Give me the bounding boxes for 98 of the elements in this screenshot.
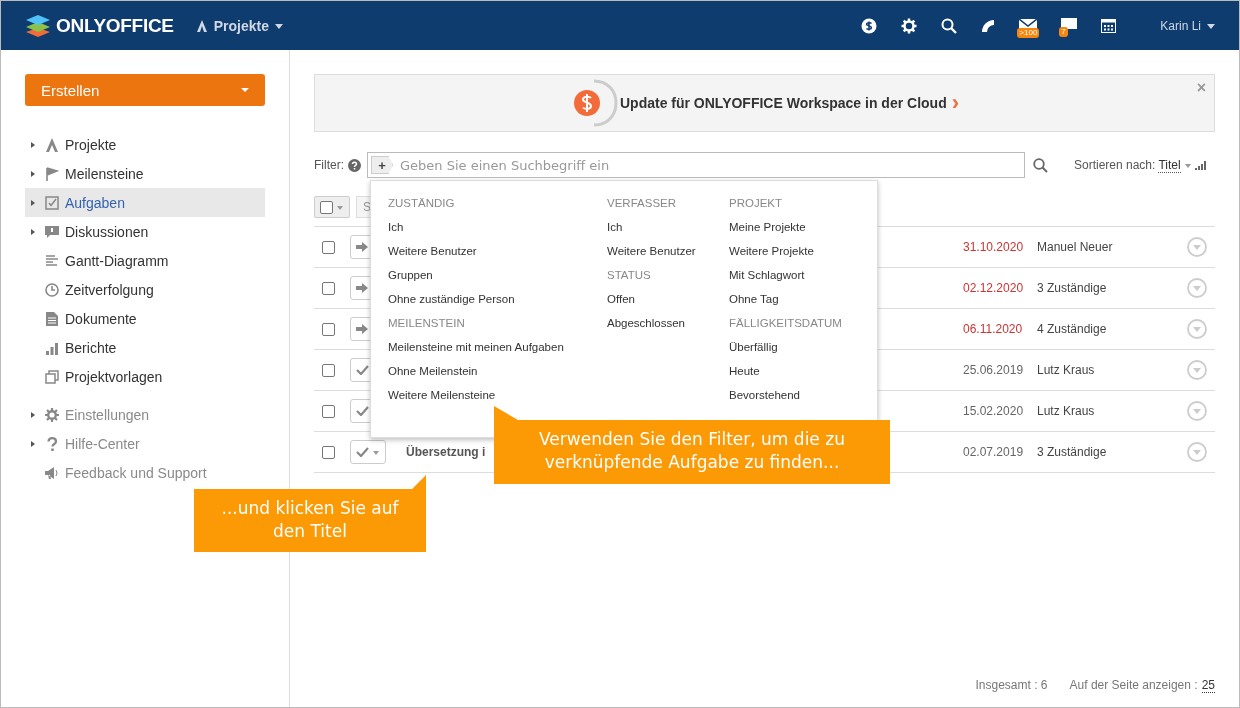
sidebar-item[interactable]: Projekte xyxy=(25,130,265,159)
total-count: Insgesamt : 6 xyxy=(975,678,1048,692)
document-icon xyxy=(45,311,59,326)
clock-icon xyxy=(45,282,59,297)
module-menu[interactable]: Projekte xyxy=(195,17,283,34)
promo-banner[interactable]: Update für ONLYOFFICE Workspace in der Cloud › × xyxy=(314,74,1215,132)
sort-label: Sortieren nach: xyxy=(1074,158,1156,172)
filter-option[interactable]: Bevorstehend xyxy=(729,383,842,407)
checkbox-icon xyxy=(45,195,59,210)
filter-option[interactable]: Meine Projekte xyxy=(729,215,842,239)
due-date: 25.06.2019 xyxy=(963,363,1025,377)
user-menu[interactable]: Karin Li xyxy=(1160,18,1215,33)
compass-icon xyxy=(45,137,59,152)
bar-chart-icon xyxy=(45,340,59,355)
calendar-icon[interactable] xyxy=(1101,18,1117,33)
banner-text: Update für ONLYOFFICE Workspace in der Cloud xyxy=(619,95,947,111)
sidebar-item[interactable]: Berichte xyxy=(25,333,265,362)
sort-dropdown[interactable]: Titel xyxy=(1158,157,1181,173)
arrow-icon xyxy=(356,324,368,334)
checkmark-icon xyxy=(356,406,369,416)
row-checkbox[interactable] xyxy=(322,322,335,336)
due-date: 31.10.2020 xyxy=(963,240,1025,254)
filter-label: Filter: xyxy=(314,158,344,172)
filter-option[interactable]: Abgeschlossen xyxy=(607,311,729,335)
page-size-label: Auf der Seite anzeigen : xyxy=(1069,678,1198,692)
due-date: 02.07.2019 xyxy=(963,445,1025,459)
filter-group-heading: PROJEKT xyxy=(729,196,784,211)
logo-icon xyxy=(25,13,51,38)
mail-count-badge: >100 xyxy=(1017,27,1040,38)
filter-option[interactable]: Mit Schlagwort xyxy=(729,263,842,287)
lines-icon xyxy=(45,253,59,268)
sidebar-item[interactable]: Meilensteine xyxy=(25,159,265,188)
row-checkbox[interactable] xyxy=(322,240,335,254)
sidebar-item[interactable]: Hilfe-Center xyxy=(25,429,265,458)
speech-bubble-icon xyxy=(45,224,59,239)
settings-icon[interactable] xyxy=(901,17,918,34)
checkmark-icon xyxy=(356,365,369,375)
filter-option[interactable]: Ohne zuständige Person xyxy=(388,287,607,311)
filter-option[interactable]: Heute xyxy=(729,359,842,383)
question-mark-icon xyxy=(45,436,59,451)
gear-icon xyxy=(45,407,59,422)
filter-option[interactable]: Weitere Meilensteine xyxy=(388,383,607,407)
arrow-icon xyxy=(356,283,368,293)
chevron: › xyxy=(951,92,959,114)
sidebar-item[interactable]: Dokumente xyxy=(25,304,265,333)
select-all-dropdown[interactable] xyxy=(314,196,350,218)
sidebar-item[interactable]: Gantt-Diagramm xyxy=(25,246,265,275)
search-icon[interactable] xyxy=(941,17,958,34)
filter-option[interactable]: Meilensteine mit meinen Aufgaben xyxy=(388,335,607,359)
assignee: Lutz Kraus xyxy=(1037,404,1096,418)
due-date: 06.11.2020 xyxy=(963,322,1024,336)
row-checkbox[interactable] xyxy=(322,281,335,295)
due-date: 02.12.2020 xyxy=(963,281,1025,295)
help-icon[interactable] xyxy=(348,158,361,172)
arrow-icon xyxy=(356,242,368,252)
checkmark-icon xyxy=(356,447,369,457)
megaphone-icon xyxy=(45,465,59,480)
filter-option[interactable]: Weitere Projekte xyxy=(729,239,842,263)
sidebar-item[interactable]: Aufgaben xyxy=(25,188,265,217)
filter-option[interactable]: Überfällig xyxy=(729,335,842,359)
chat-count-badge: 7 xyxy=(1059,27,1068,37)
assignee: Manuel Neuer xyxy=(1037,240,1114,254)
filter-option[interactable]: Ich xyxy=(607,215,729,239)
due-date: 15.02.2020 xyxy=(963,404,1025,418)
assignee: 3 Zuständige xyxy=(1037,281,1108,295)
task-title[interactable]: Übersetzung i xyxy=(406,445,486,459)
filter-group-heading: ZUSTÄNDIG xyxy=(388,196,456,211)
row-checkbox[interactable] xyxy=(322,363,335,377)
filter-group-heading: VERFASSER xyxy=(607,196,678,211)
filter-group-heading: STATUS xyxy=(607,268,652,283)
assignee: Lutz Kraus xyxy=(1037,363,1096,377)
sort-order-icon[interactable] xyxy=(1194,160,1206,170)
sidebar-item[interactable]: Zeitverfolgung xyxy=(25,275,265,304)
add-filter-button[interactable]: + xyxy=(371,156,393,174)
sidebar-item[interactable]: Projektvorlagen xyxy=(25,362,265,391)
assignee: 4 Zuständige xyxy=(1037,322,1108,336)
filter-option[interactable]: Weitere Benutzer xyxy=(388,239,607,263)
filter-group-heading: FÄLLIGKEITSDATUM xyxy=(729,316,842,331)
status-button[interactable] xyxy=(350,440,386,464)
search-icon[interactable] xyxy=(1033,157,1048,173)
dollar-icon[interactable] xyxy=(861,17,878,34)
filter-option[interactable]: Gruppen xyxy=(388,263,607,287)
logo-text: ONLYOFFICE xyxy=(56,14,174,37)
gauge-icon[interactable] xyxy=(981,18,996,33)
filter-group-heading: MEILENSTEIN xyxy=(388,316,466,331)
flag-icon xyxy=(45,166,59,181)
page-size-dropdown[interactable]: 25 xyxy=(1201,677,1215,693)
filter-option[interactable]: Ich xyxy=(388,215,607,239)
row-checkbox[interactable] xyxy=(322,404,335,418)
row-checkbox[interactable] xyxy=(322,445,335,459)
compass-icon xyxy=(195,18,208,33)
copy-icon xyxy=(45,369,59,384)
filter-option[interactable]: Offen xyxy=(607,287,729,311)
filter-option[interactable]: Weitere Benutzer xyxy=(607,239,729,263)
sidebar-item[interactable]: Diskussionen xyxy=(25,217,265,246)
filter-option[interactable]: Ohne Meilenstein xyxy=(388,359,607,383)
filter-option[interactable]: Ohne Tag xyxy=(729,287,842,311)
assignee: 3 Zuständige xyxy=(1037,445,1108,459)
